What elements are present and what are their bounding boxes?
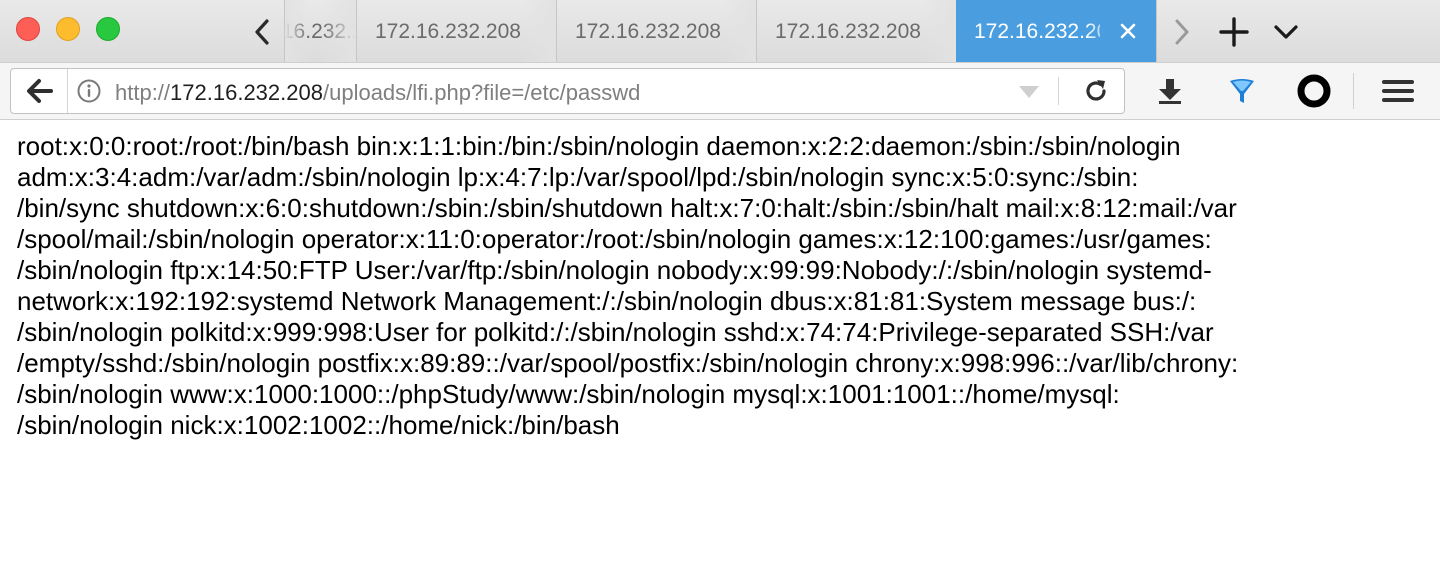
tab[interactable]: 172.16.232.208 (556, 0, 756, 62)
passwd-line: /sbin/nologin polkitd:x:999:998:User for… (17, 317, 1214, 347)
browser-window: 172.16.232.208 172.16.232.208 172.16.232… (0, 0, 1440, 570)
close-tab-icon (1120, 23, 1136, 39)
dropmarker-icon[interactable] (1018, 85, 1040, 99)
extension-icon (1230, 79, 1254, 103)
close-tab-button[interactable] (1100, 0, 1156, 62)
passwd-line: adm:x:3:4:adm:/var/adm:/sbin/nologin lp:… (17, 162, 1139, 192)
plus-icon (1219, 17, 1249, 47)
reload-button[interactable] (1071, 69, 1121, 113)
passwd-line: /sbin/nologin nick:x:1002:1002::/home/ni… (17, 410, 620, 440)
tab-label: 172.16.232.208 (775, 20, 921, 43)
tab-label: 172.16.232.208 (375, 20, 521, 43)
passwd-line: /sbin/nologin www:x:1000:1000::/phpStudy… (17, 379, 1120, 409)
page-content: root:x:0:0:root:/root:/bin/bash bin:x:1:… (17, 131, 1427, 441)
tab-scroll-right-button[interactable] (1164, 14, 1200, 50)
tab-scroll-left-button[interactable] (244, 14, 280, 50)
window-zoom-button[interactable] (96, 17, 120, 41)
tab[interactable]: 172.16.232.208 (284, 0, 356, 62)
passwd-line: /spool/mail:/sbin/nologin operator:x:11:… (17, 224, 1212, 254)
hamburger-menu-icon (1382, 80, 1414, 102)
extension-button[interactable] (1219, 68, 1265, 114)
url-bar[interactable]: http://172.16.232.208/uploads/lfi.php?fi… (10, 68, 1125, 114)
back-arrow-icon (27, 79, 53, 103)
download-icon (1159, 79, 1181, 104)
url-text[interactable]: http://172.16.232.208/uploads/lfi.php?fi… (115, 80, 640, 106)
window-close-button[interactable] (16, 17, 40, 41)
tab-label: 172.16.232.208 (575, 20, 721, 43)
chevron-left-icon (255, 19, 269, 45)
url-path: /uploads/lfi.php?file=/etc/passwd (322, 80, 641, 105)
info-icon[interactable] (77, 79, 101, 103)
chevron-right-icon (1175, 19, 1189, 45)
downloads-button[interactable] (1147, 68, 1193, 114)
all-tabs-button[interactable] (1268, 14, 1304, 50)
passwd-line: network:x:192:192:systemd Network Manage… (17, 286, 1197, 316)
menu-button[interactable] (1375, 68, 1421, 114)
passwd-line: /empty/sshd:/sbin/nologin postfix:x:89:8… (17, 348, 1239, 378)
passwd-line: root:x:0:0:root:/root:/bin/bash bin:x:1:… (17, 131, 1181, 161)
tab[interactable]: 172.16.232.208 (356, 0, 556, 62)
tab-active[interactable]: 172.16.232.208 (956, 0, 1156, 62)
tab[interactable]: 172.16.232.208 (756, 0, 956, 62)
back-button[interactable] (11, 69, 68, 113)
tab-strip: 172.16.232.208 172.16.232.208 172.16.232… (0, 0, 1440, 62)
new-tab-button[interactable] (1214, 14, 1254, 50)
url-host: 172.16.232.208 (170, 80, 323, 105)
window-minimize-button[interactable] (56, 17, 80, 41)
pocket-button[interactable] (1291, 68, 1337, 114)
chevron-down-icon (1274, 25, 1298, 39)
passwd-line: /sbin/nologin ftp:x:14:50:FTP User:/var/… (17, 255, 1212, 285)
passwd-line: /bin/sync shutdown:x:6:0:shutdown:/sbin:… (17, 193, 1237, 223)
pocket-icon (1297, 74, 1331, 108)
navigation-toolbar: http://172.16.232.208/uploads/lfi.php?fi… (0, 62, 1440, 120)
reload-icon (1086, 80, 1106, 101)
